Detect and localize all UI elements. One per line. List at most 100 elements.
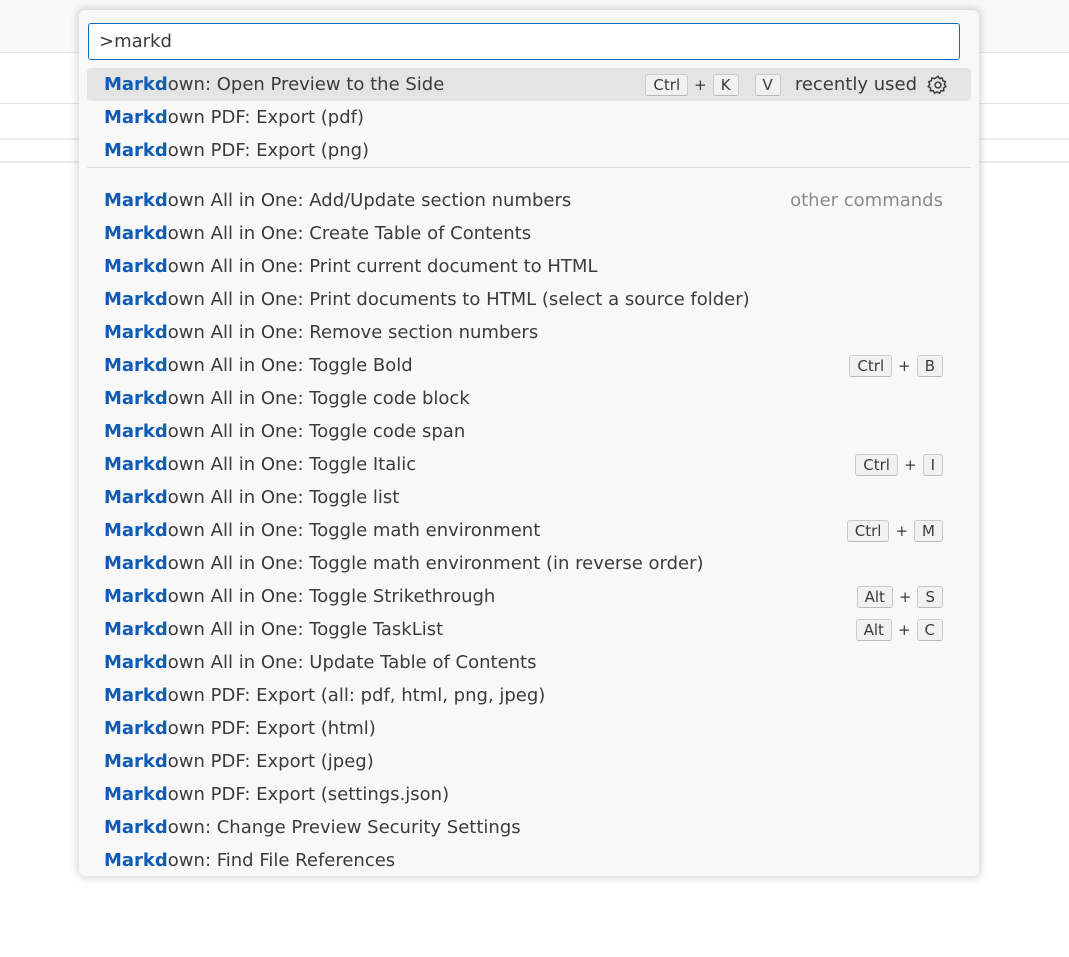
command-item[interactable]: Markdown All in One: Toggle math environ… bbox=[87, 514, 971, 547]
command-label: Markdown All in One: Toggle TaskList bbox=[104, 619, 856, 640]
command-rest: own All in One: Toggle TaskList bbox=[167, 619, 444, 640]
command-highlight: Markd bbox=[104, 223, 168, 244]
command-label: Markdown All in One: Print current docum… bbox=[104, 256, 943, 277]
key-cap: M bbox=[914, 519, 943, 542]
command-rest: own: Find File References bbox=[167, 850, 396, 871]
command-item[interactable]: Markdown PDF: Export (png) bbox=[87, 134, 971, 167]
command-label: Markdown: Open Preview to the Side bbox=[104, 74, 645, 95]
command-label: Markdown All in One: Create Table of Con… bbox=[104, 223, 943, 244]
key-cap: V bbox=[754, 73, 781, 96]
command-item[interactable]: Markdown PDF: Export (pdf) bbox=[87, 101, 971, 134]
command-item[interactable]: Markdown All in One: Toggle math environ… bbox=[87, 547, 971, 580]
command-highlight: Markd bbox=[104, 190, 168, 211]
keybinding: Alt + S bbox=[856, 585, 943, 608]
command-rest: own All in One: Add/Update section numbe… bbox=[167, 190, 572, 211]
command-label: Markdown PDF: Export (settings.json) bbox=[104, 784, 943, 805]
command-rest: own PDF: Export (settings.json) bbox=[167, 784, 450, 805]
command-highlight: Markd bbox=[104, 74, 168, 95]
command-rest: own PDF: Export (jpeg) bbox=[167, 751, 374, 772]
key-cap: C bbox=[916, 618, 943, 641]
command-rest: own: Change Preview Security Settings bbox=[167, 817, 521, 838]
key-plus: + bbox=[897, 620, 911, 639]
recently-used-label: recently used bbox=[794, 74, 917, 95]
command-palette-input-box[interactable] bbox=[88, 23, 960, 60]
command-rest: own: Open Preview to the Side bbox=[167, 74, 445, 95]
command-highlight: Markd bbox=[104, 652, 168, 673]
key-cap: Alt bbox=[855, 618, 892, 641]
gear-icon[interactable] bbox=[927, 74, 949, 96]
command-rest: own All in One: Toggle code block bbox=[167, 388, 470, 409]
command-highlight: Markd bbox=[104, 751, 168, 772]
command-rest: own All in One: Toggle math environment bbox=[167, 520, 541, 541]
keybinding: Ctrl + K V bbox=[645, 73, 781, 96]
command-highlight: Markd bbox=[104, 322, 168, 343]
command-label: Markdown PDF: Export (html) bbox=[104, 718, 943, 739]
command-item[interactable]: Markdown PDF: Export (jpeg) bbox=[87, 745, 971, 778]
command-label: Markdown All in One: Print documents to … bbox=[104, 289, 943, 310]
command-highlight: Markd bbox=[104, 388, 168, 409]
keybinding: Ctrl + I bbox=[855, 453, 943, 476]
command-rest: own All in One: Toggle Italic bbox=[167, 454, 417, 475]
command-highlight: Markd bbox=[104, 619, 168, 640]
command-item[interactable]: Markdown All in One: Print current docum… bbox=[87, 250, 971, 283]
command-label: Markdown PDF: Export (pdf) bbox=[104, 107, 943, 128]
command-label: Markdown All in One: Toggle Strikethroug… bbox=[104, 586, 857, 607]
key-plus: + bbox=[898, 356, 911, 375]
command-highlight: Markd bbox=[104, 289, 168, 310]
command-item[interactable]: Markdown All in One: Toggle Italic Ctrl + I bbox=[87, 448, 971, 481]
command-item[interactable]: Markdown: Change Preview Security Settin… bbox=[87, 811, 971, 844]
command-label: Markdown: Change Preview Security Settin… bbox=[104, 817, 943, 838]
command-highlight: Markd bbox=[104, 107, 168, 128]
command-item[interactable]: Markdown All in One: Print documents to … bbox=[87, 283, 971, 316]
command-rest: own All in One: Print current document t… bbox=[167, 256, 598, 277]
command-rest: own PDF: Export (all: pdf, html, png, jp… bbox=[167, 685, 546, 706]
key-cap: K bbox=[712, 73, 739, 96]
command-item[interactable]: Markdown All in One: Toggle TaskList Alt +… bbox=[87, 613, 971, 646]
command-rest: own All in One: Print documents to HTML … bbox=[167, 289, 750, 310]
command-palette-input[interactable] bbox=[99, 31, 959, 52]
command-rest: own All in One: Update Table of Contents bbox=[167, 652, 537, 673]
command-highlight: Markd bbox=[104, 421, 168, 442]
key-cap: Ctrl bbox=[849, 354, 893, 377]
command-item[interactable]: Markdown All in One: Toggle code block bbox=[87, 382, 971, 415]
command-rest: own All in One: Toggle Strikethrough bbox=[167, 586, 496, 607]
command-label: Markdown PDF: Export (jpeg) bbox=[104, 751, 943, 772]
command-rest: own All in One: Toggle list bbox=[167, 487, 400, 508]
command-label: Markdown PDF: Export (all: pdf, html, pn… bbox=[104, 685, 943, 706]
command-label: Markdown PDF: Export (png) bbox=[104, 140, 943, 161]
command-item[interactable]: Markdown PDF: Export (settings.json) bbox=[87, 778, 971, 811]
command-highlight: Markd bbox=[104, 487, 168, 508]
command-highlight: Markd bbox=[104, 685, 168, 706]
command-highlight: Markd bbox=[104, 355, 168, 376]
command-item[interactable]: Markdown All in One: Toggle code span bbox=[87, 415, 971, 448]
command-item-selected[interactable]: Markdown: Open Preview to the Side Ctrl … bbox=[87, 68, 971, 101]
command-item[interactable]: Markdown All in One: Add/Update section … bbox=[87, 184, 971, 217]
command-label: Markdown All in One: Toggle list bbox=[104, 487, 943, 508]
command-highlight: Markd bbox=[104, 718, 168, 739]
key-cap: Alt bbox=[856, 585, 893, 608]
key-plus: + bbox=[895, 521, 909, 540]
key-cap: I bbox=[922, 453, 943, 476]
command-highlight: Markd bbox=[104, 586, 168, 607]
command-label: Markdown All in One: Add/Update section … bbox=[104, 190, 790, 211]
command-item[interactable]: Markdown All in One: Create Table of Con… bbox=[87, 217, 971, 250]
key-cap: S bbox=[917, 585, 943, 608]
command-item[interactable]: Markdown PDF: Export (html) bbox=[87, 712, 971, 745]
command-label: Markdown All in One: Remove section numb… bbox=[104, 322, 943, 343]
command-item[interactable]: Markdown All in One: Toggle Strikethroug… bbox=[87, 580, 971, 613]
command-rest: own All in One: Toggle math environment … bbox=[167, 553, 704, 574]
command-highlight: Markd bbox=[104, 454, 168, 475]
command-highlight: Markd bbox=[104, 140, 168, 161]
command-highlight: Markd bbox=[104, 850, 168, 871]
command-item[interactable]: Markdown All in One: Update Table of Con… bbox=[87, 646, 971, 679]
group-separator bbox=[87, 167, 971, 168]
command-item[interactable]: Markdown All in One: Toggle Bold Ctrl + B bbox=[87, 349, 971, 382]
keybinding: Alt + C bbox=[855, 618, 943, 641]
command-item[interactable]: Markdown PDF: Export (all: pdf, html, pn… bbox=[87, 679, 971, 712]
command-rest: own All in One: Toggle code span bbox=[167, 421, 466, 442]
command-item[interactable]: Markdown All in One: Toggle list bbox=[87, 481, 971, 514]
command-item[interactable]: Markdown All in One: Remove section numb… bbox=[87, 316, 971, 349]
command-rest: own All in One: Toggle Bold bbox=[167, 355, 413, 376]
command-label: Markdown All in One: Toggle math environ… bbox=[104, 553, 943, 574]
command-item[interactable]: Markdown: Find File References bbox=[87, 844, 971, 876]
